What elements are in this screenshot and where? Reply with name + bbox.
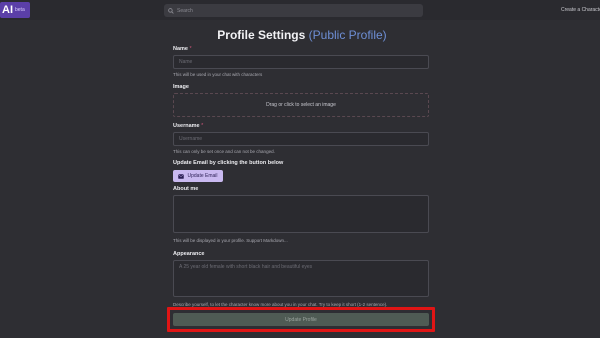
email-label: Update Email by clicking the button belo… [173,160,284,166]
mail-icon [178,173,185,179]
search-bar[interactable] [164,4,423,17]
image-label: Image [173,84,189,90]
image-dropzone[interactable]: Drag or click to select an image [173,93,429,117]
name-field[interactable] [173,55,429,69]
username-required-mark: * [201,123,204,129]
logo-mark: AI [2,3,13,16]
name-required-mark: * [189,46,192,52]
name-label-text: Name [173,46,188,52]
update-email-button[interactable]: Update Email [173,170,223,182]
name-label: Name * [173,46,192,52]
logo[interactable]: AI beta [0,2,30,18]
about-label: About me [173,186,199,192]
create-character-link[interactable]: Create a Characte [561,7,600,13]
about-field[interactable] [173,195,429,233]
search-icon [168,7,174,14]
page-title-main: Profile Settings [217,28,306,42]
appearance-label: Appearance [173,251,205,257]
search-input[interactable] [177,7,417,14]
update-email-label: Update Email [187,173,218,179]
beta-badge: beta [15,6,25,13]
dropzone-text: Drag or click to select an image [266,102,336,108]
username-label: Username * [173,123,203,129]
name-hint: This will be used in your chat with char… [173,72,263,77]
about-hint: This will be displayed in your profile. … [173,238,288,243]
update-profile-button[interactable]: Update Profile [173,313,429,326]
page-title: Profile Settings (Public Profile) [0,28,600,42]
username-hint: This can only be set once and can not be… [173,149,275,154]
username-field[interactable] [173,132,429,146]
top-bar: AI beta Create a Characte [0,0,600,20]
username-label-text: Username [173,123,200,129]
appearance-field[interactable] [173,260,429,297]
public-profile-link[interactable]: (Public Profile) [309,28,387,42]
